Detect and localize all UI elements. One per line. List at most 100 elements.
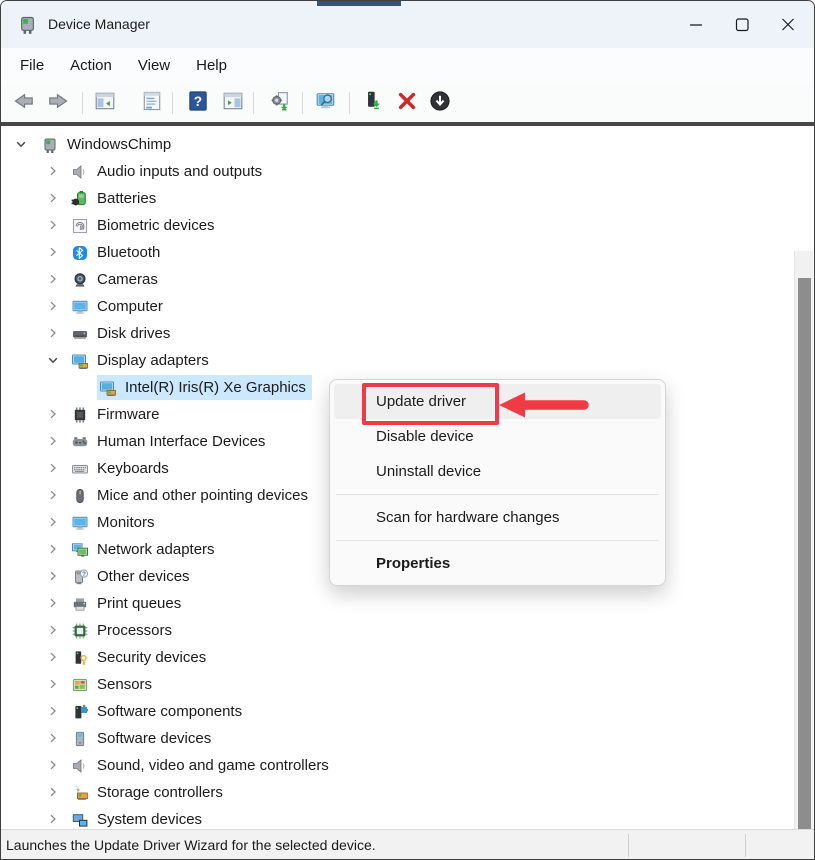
tree-item-content[interactable]: Processors	[69, 618, 178, 643]
mouse-icon	[71, 487, 89, 505]
chevron-right-icon[interactable]	[45, 163, 61, 179]
chevron-right-icon[interactable]	[45, 676, 61, 692]
tree-item-content[interactable]: Mice and other pointing devices	[69, 483, 314, 508]
tree-item-content[interactable]: Security devices	[69, 645, 212, 670]
chevron-right-icon[interactable]	[45, 244, 61, 260]
tree-item-content[interactable]: Print queues	[69, 591, 187, 616]
tree-item-software-components[interactable]: Software components	[1, 698, 793, 725]
close-button[interactable]	[765, 1, 811, 48]
tree-item-print-queues[interactable]: Print queues	[1, 590, 793, 617]
chevron-down-icon[interactable]	[45, 352, 61, 368]
tree-item-system-devices[interactable]: System devices	[1, 806, 793, 829]
tree-item-software-devices[interactable]: Software devices	[1, 725, 793, 752]
tree-item-disk-drives[interactable]: Disk drives	[1, 320, 793, 347]
tree-item-content[interactable]: Monitors	[69, 510, 161, 535]
chevron-right-icon[interactable]	[45, 514, 61, 530]
tree-item-content[interactable]: Storage controllers	[69, 780, 229, 805]
menu-file[interactable]: File	[7, 48, 57, 84]
tree-item-content[interactable]: Display adapters	[69, 348, 215, 373]
tree-item-content[interactable]: ?Other devices	[69, 564, 196, 589]
chevron-right-icon[interactable]	[45, 568, 61, 584]
update-driver-software-button[interactable]	[266, 89, 294, 117]
tree-item-content[interactable]: Network adapters	[69, 537, 221, 562]
tree-item-windowschimp[interactable]: WindowsChimp	[1, 131, 793, 158]
back-button[interactable]	[10, 89, 38, 117]
chevron-right-icon[interactable]	[45, 271, 61, 287]
uninstall-device-button[interactable]	[393, 89, 421, 117]
sound-icon	[71, 757, 89, 775]
chevron-down-icon[interactable]	[13, 136, 29, 152]
tree-item-sound-video-and-game-controllers[interactable]: Sound, video and game controllers	[1, 752, 793, 779]
tree-item-content[interactable]: Bluetooth	[69, 240, 166, 265]
tree-item-content[interactable]: Sound, video and game controllers	[69, 753, 335, 778]
show-action-pane-button[interactable]	[219, 89, 247, 117]
chevron-right-icon[interactable]	[45, 703, 61, 719]
chevron-right-icon[interactable]	[45, 487, 61, 503]
tree-item-label: Software devices	[97, 730, 211, 747]
tree-item-content[interactable]: Human Interface Devices	[69, 429, 271, 454]
context-menu-item-uninstall-device[interactable]: Uninstall device	[334, 454, 661, 489]
scrollbar-thumb[interactable]	[798, 278, 811, 829]
tree-item-content[interactable]: Disk drives	[69, 321, 176, 346]
tree-item-content[interactable]: WindowsChimp	[39, 132, 177, 157]
disk-icon	[71, 325, 89, 343]
tree-item-audio-inputs-and-outputs[interactable]: Audio inputs and outputs	[1, 158, 793, 185]
chevron-right-icon[interactable]	[45, 460, 61, 476]
tree-item-label: Print queues	[97, 595, 181, 612]
chevron-right-icon[interactable]	[45, 595, 61, 611]
tree-item-content[interactable]: Software devices	[69, 726, 217, 751]
update-driver-button[interactable]	[358, 89, 386, 117]
menu-view[interactable]: View	[125, 48, 183, 84]
tree-item-cameras[interactable]: Cameras	[1, 266, 793, 293]
chevron-right-icon[interactable]	[45, 406, 61, 422]
scan-hardware-changes-button[interactable]	[312, 89, 340, 117]
minimize-button[interactable]	[673, 1, 719, 48]
menu-action[interactable]: Action	[57, 48, 125, 84]
tree-item-content[interactable]: Cameras	[69, 267, 164, 292]
properties-button[interactable]	[138, 89, 166, 117]
tree-item-computer[interactable]: Computer	[1, 293, 793, 320]
tree-item-security-devices[interactable]: Security devices	[1, 644, 793, 671]
battery-icon	[71, 190, 89, 208]
chevron-right-icon[interactable]	[45, 541, 61, 557]
menu-help[interactable]: Help	[183, 48, 240, 84]
tree-item-content[interactable]: System devices	[69, 807, 208, 829]
tree-item-content[interactable]: Batteries	[69, 186, 162, 211]
tree-item-biometric-devices[interactable]: Biometric devices	[1, 212, 793, 239]
chevron-right-icon[interactable]	[45, 757, 61, 773]
bluetooth-icon	[71, 244, 89, 262]
chevron-right-icon[interactable]	[45, 622, 61, 638]
forward-button[interactable]	[44, 89, 72, 117]
chevron-right-icon[interactable]	[45, 298, 61, 314]
tree-item-label: Security devices	[97, 649, 206, 666]
tree-selection[interactable]: Intel(R) Iris(R) Xe Graphics	[97, 375, 312, 400]
chevron-right-icon[interactable]	[45, 217, 61, 233]
tree-item-sensors[interactable]: Sensors	[1, 671, 793, 698]
tree-item-bluetooth[interactable]: Bluetooth	[1, 239, 793, 266]
tree-item-content[interactable]: Sensors	[69, 672, 158, 697]
tree-item-storage-controllers[interactable]: Storage controllers	[1, 779, 793, 806]
show-console-tree-button[interactable]	[91, 89, 119, 117]
tree-item-content[interactable]: Computer	[69, 294, 169, 319]
help-button[interactable]: ?	[184, 89, 212, 117]
tree-item-content[interactable]: Firmware	[69, 402, 166, 427]
tree-item-processors[interactable]: Processors	[1, 617, 793, 644]
maximize-button[interactable]	[719, 1, 765, 48]
chevron-right-icon[interactable]	[45, 784, 61, 800]
chevron-right-icon[interactable]	[45, 325, 61, 341]
tree-item-display-adapters[interactable]: Display adapters	[1, 347, 793, 374]
tree-item-batteries[interactable]: Batteries	[1, 185, 793, 212]
chevron-right-icon[interactable]	[45, 730, 61, 746]
tree-item-content[interactable]: Software components	[69, 699, 248, 724]
context-menu-item-properties[interactable]: Properties	[334, 546, 661, 581]
chevron-right-icon[interactable]	[45, 190, 61, 206]
chevron-right-icon[interactable]	[45, 649, 61, 665]
chevron-right-icon[interactable]	[45, 433, 61, 449]
tree-item-content[interactable]: Keyboards	[69, 456, 175, 481]
vertical-scrollbar[interactable]	[794, 251, 813, 829]
context-menu-item-scan-for-hardware-changes[interactable]: Scan for hardware changes	[334, 500, 661, 535]
tree-item-content[interactable]: Audio inputs and outputs	[69, 159, 268, 184]
tree-item-content[interactable]: Biometric devices	[69, 213, 221, 238]
chevron-right-icon[interactable]	[45, 811, 61, 827]
disable-device-button[interactable]	[426, 89, 454, 117]
